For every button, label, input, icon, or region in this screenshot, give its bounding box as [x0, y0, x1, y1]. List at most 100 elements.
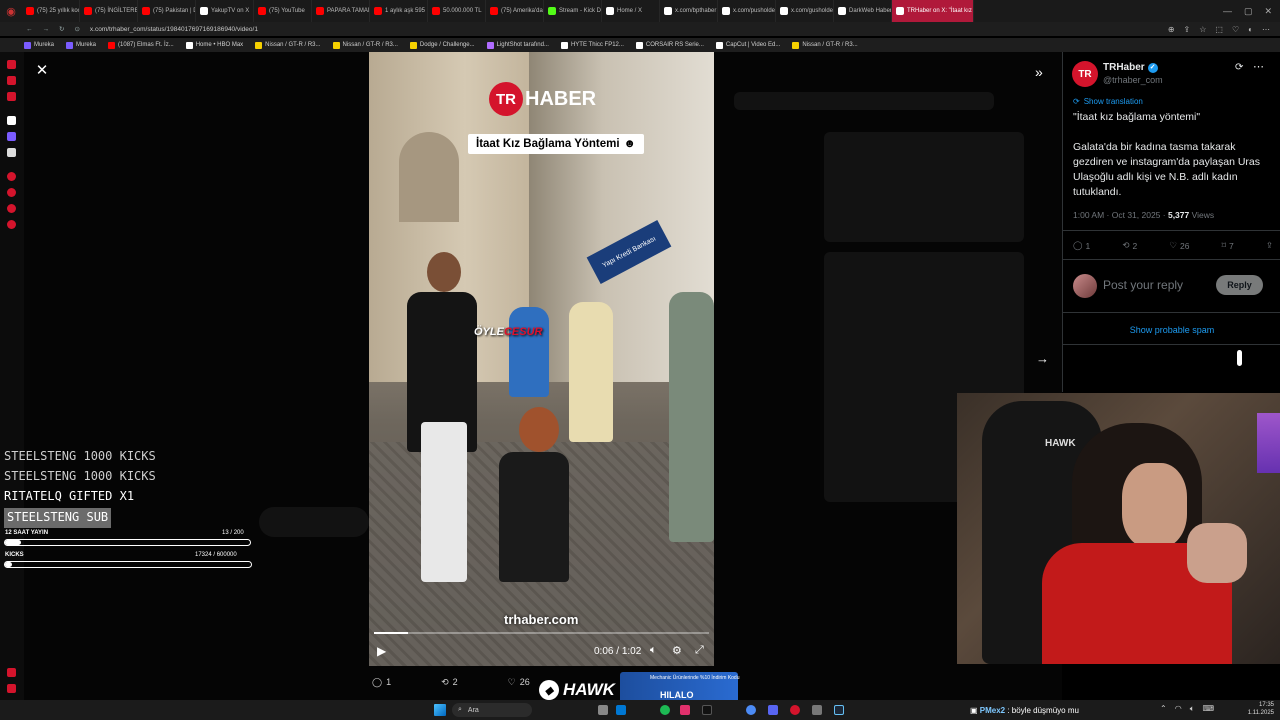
sidebar-app-icon[interactable]	[7, 132, 16, 141]
reply-button[interactable]: Reply	[1216, 275, 1263, 295]
url-field[interactable]: x.com/trhaber_com/status/198401769716918…	[90, 26, 258, 33]
profile-icon[interactable]: ◐	[1248, 25, 1253, 34]
taskbar-app-icon[interactable]	[616, 705, 626, 715]
bookmark-item[interactable]: (1087) Elmas Ft. İz...	[108, 41, 174, 49]
star-icon[interactable]: ☆	[1199, 25, 1206, 34]
video-settings-icon[interactable]: ⚙	[672, 644, 682, 657]
browser-tab[interactable]: (75) İNGİLTERE	[80, 0, 138, 22]
taskbar-app-icon[interactable]	[598, 705, 608, 715]
sidebar-app-icon[interactable]	[7, 188, 16, 197]
system-clock[interactable]: 17:35 1.11.2025	[1244, 701, 1274, 717]
browser-tab[interactable]: Home / X	[602, 0, 660, 22]
tiktok-icon[interactable]	[702, 705, 712, 715]
bookmark-item[interactable]: CapCut | Video Ed...	[715, 41, 780, 49]
browser-tab[interactable]: x.com/pusholder	[718, 0, 776, 22]
spotify-icon[interactable]	[660, 705, 670, 715]
share-stat[interactable]: ⇪	[1266, 240, 1273, 251]
settings-icon[interactable]: ⋯	[1262, 25, 1270, 34]
bookmark-item[interactable]: Home • HBO Max	[185, 41, 243, 49]
browser-tab[interactable]: (75) Amerika'da	[486, 0, 544, 22]
forward-icon[interactable]: →	[43, 26, 50, 33]
language-icon[interactable]: ⌨	[1203, 704, 1215, 714]
bookmark-item[interactable]: Mureka	[66, 41, 96, 49]
close-window-icon[interactable]: ✕	[1264, 6, 1272, 17]
browser-tab[interactable]: (75) YouTube	[254, 0, 312, 22]
bookmark-item[interactable]: Nissan / GT-R / R3...	[255, 41, 321, 49]
author-avatar[interactable]: TR	[1072, 61, 1098, 87]
sidebar-app-icon[interactable]	[7, 116, 16, 125]
bookmark-item[interactable]: CORSAIR RS Serie...	[635, 41, 704, 49]
sidebar-app-icon[interactable]	[7, 76, 16, 85]
reply-action[interactable]: ◯ 1	[372, 677, 391, 688]
browser-tab[interactable]: x.com/bpthaber	[660, 0, 718, 22]
fullscreen-icon[interactable]: ⤢	[695, 644, 704, 657]
browser-tab[interactable]: Stream - Kick Da	[544, 0, 602, 22]
author-name-row[interactable]: TRHaber ✓	[1103, 62, 1158, 73]
share-icon[interactable]: ⇪	[1184, 25, 1191, 34]
browser-menu-icon[interactable]: ◉	[0, 0, 22, 22]
repost-action[interactable]: ⟲ 2	[441, 677, 458, 688]
play-icon[interactable]: ▶	[377, 644, 386, 658]
start-icon[interactable]	[434, 704, 446, 716]
wifi-icon[interactable]: ◠	[1175, 704, 1182, 714]
minimize-icon[interactable]: —	[1223, 6, 1232, 17]
author-handle[interactable]: @trhaber_com	[1103, 75, 1163, 85]
show-translation-link[interactable]: ⟳ Show translation	[1073, 97, 1143, 106]
browser-tab[interactable]: x.com/gusholder	[776, 0, 834, 22]
video-player[interactable]: Yapı Kredi Bankası TR HABER İtaat Kız Ba…	[369, 52, 714, 666]
browser-tab[interactable]: TRHaber on X: "İtaat kız	[892, 0, 974, 22]
scrollbar-thumb[interactable]	[1237, 350, 1242, 366]
maximize-icon[interactable]: ▢	[1244, 6, 1253, 17]
reply-input[interactable]: Post your reply	[1103, 278, 1183, 292]
next-media-icon[interactable]: →	[1036, 351, 1049, 366]
sidebar-app-icon[interactable]	[7, 92, 16, 101]
browser-tab[interactable]: YakupTV on X	[196, 0, 254, 22]
taskbar-app-icon[interactable]	[812, 705, 822, 715]
show-probable-spam-link[interactable]: Show probable spam	[1063, 325, 1280, 335]
sidebar-settings-icon[interactable]	[7, 684, 16, 693]
browser-tab[interactable]: PAPARA TAMAM	[312, 0, 370, 22]
like-stat[interactable]: ♡ 26	[1169, 240, 1189, 251]
sidebar-app-icon[interactable]	[7, 60, 16, 69]
video-seekbar[interactable]	[374, 632, 709, 634]
more-options-icon[interactable]: ⋯	[1253, 60, 1264, 73]
reply-stat[interactable]: ◯ 1	[1073, 240, 1090, 251]
bookmark-stat[interactable]: ⌑ 7	[1222, 240, 1234, 251]
bookmark-item[interactable]: LightShot tarafınd...	[486, 41, 549, 49]
browser-tab[interactable]: (75) 25 yıllık koca	[22, 0, 80, 22]
zoom-icon[interactable]: ⊕	[1168, 25, 1175, 34]
browser-tab[interactable]: 50.000.000 TL	[428, 0, 486, 22]
tweet-timestamp[interactable]: 1:00 AM · Oct 31, 2025 ·	[1073, 210, 1168, 220]
x-icon[interactable]	[7, 148, 16, 157]
volume-tray-icon[interactable]: 🔈︎	[1190, 704, 1195, 714]
tray-chevron-icon[interactable]: ⌃	[1160, 704, 1167, 714]
sidebar-settings-icon[interactable]	[7, 668, 16, 677]
bookmark-item[interactable]: Nissan / GT-R / R3...	[332, 41, 398, 49]
browser-tab[interactable]: (75) Pakistan | D	[138, 0, 196, 22]
site-info-icon[interactable]: ⊙	[74, 25, 79, 33]
sidebar-app-icon[interactable]	[7, 204, 16, 213]
taskbar-search[interactable]: ⌕ Ara	[452, 703, 532, 717]
browser-icon[interactable]	[790, 705, 800, 715]
bookmark-item[interactable]: Nissan / GT-R / R3...	[792, 41, 858, 49]
repost-stat[interactable]: ⟲ 2	[1122, 240, 1137, 251]
heart-icon[interactable]: ♡	[1232, 25, 1239, 34]
reload-icon[interactable]: ↻	[59, 25, 64, 33]
bookmark-item[interactable]: Mureka	[24, 41, 54, 49]
extensions-icon[interactable]: ⬚	[1215, 25, 1223, 34]
bookmark-item[interactable]: HYTE Thicc FP12...	[560, 41, 624, 49]
instagram-icon[interactable]	[680, 705, 690, 715]
back-icon[interactable]: ←	[26, 26, 33, 33]
steam-icon[interactable]	[834, 705, 844, 715]
browser-tab[interactable]: DarkWeb Haber	[834, 0, 892, 22]
bookmark-item[interactable]: Dodge / Challenge...	[409, 41, 475, 49]
discord-icon[interactable]	[768, 705, 778, 715]
sidebar-app-icon[interactable]	[7, 220, 16, 229]
sidebar-app-icon[interactable]	[7, 172, 16, 181]
browser-tab[interactable]: 1 aylık aşk 595 B	[370, 0, 428, 22]
expand-panel-icon[interactable]: »	[1035, 64, 1043, 80]
taskbar-app-icon[interactable]	[746, 705, 756, 715]
grok-icon[interactable]: ⟳	[1235, 62, 1243, 73]
like-action[interactable]: ♡ 26	[508, 677, 530, 688]
close-media-icon[interactable]: ✕	[34, 63, 50, 79]
